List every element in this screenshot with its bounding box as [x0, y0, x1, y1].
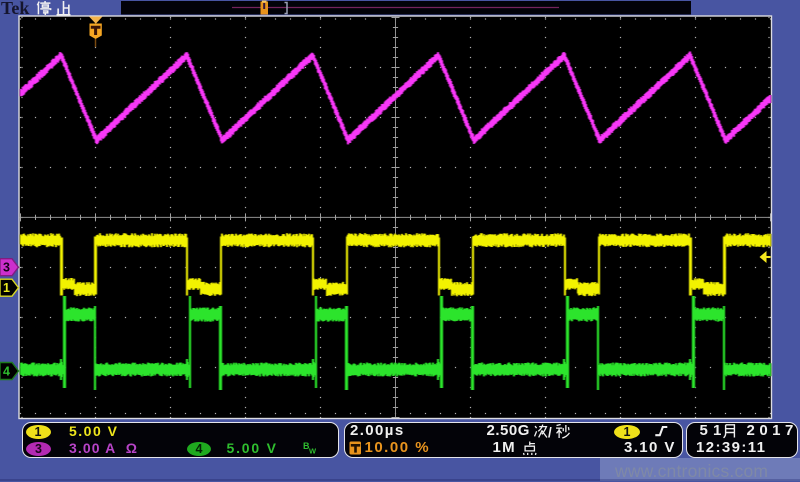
svg-text:4: 4	[3, 365, 10, 379]
svg-text:/: /	[548, 425, 552, 440]
svg-text:1: 1	[3, 281, 10, 295]
svg-text:W: W	[309, 447, 317, 456]
svg-text:3: 3	[3, 261, 10, 275]
